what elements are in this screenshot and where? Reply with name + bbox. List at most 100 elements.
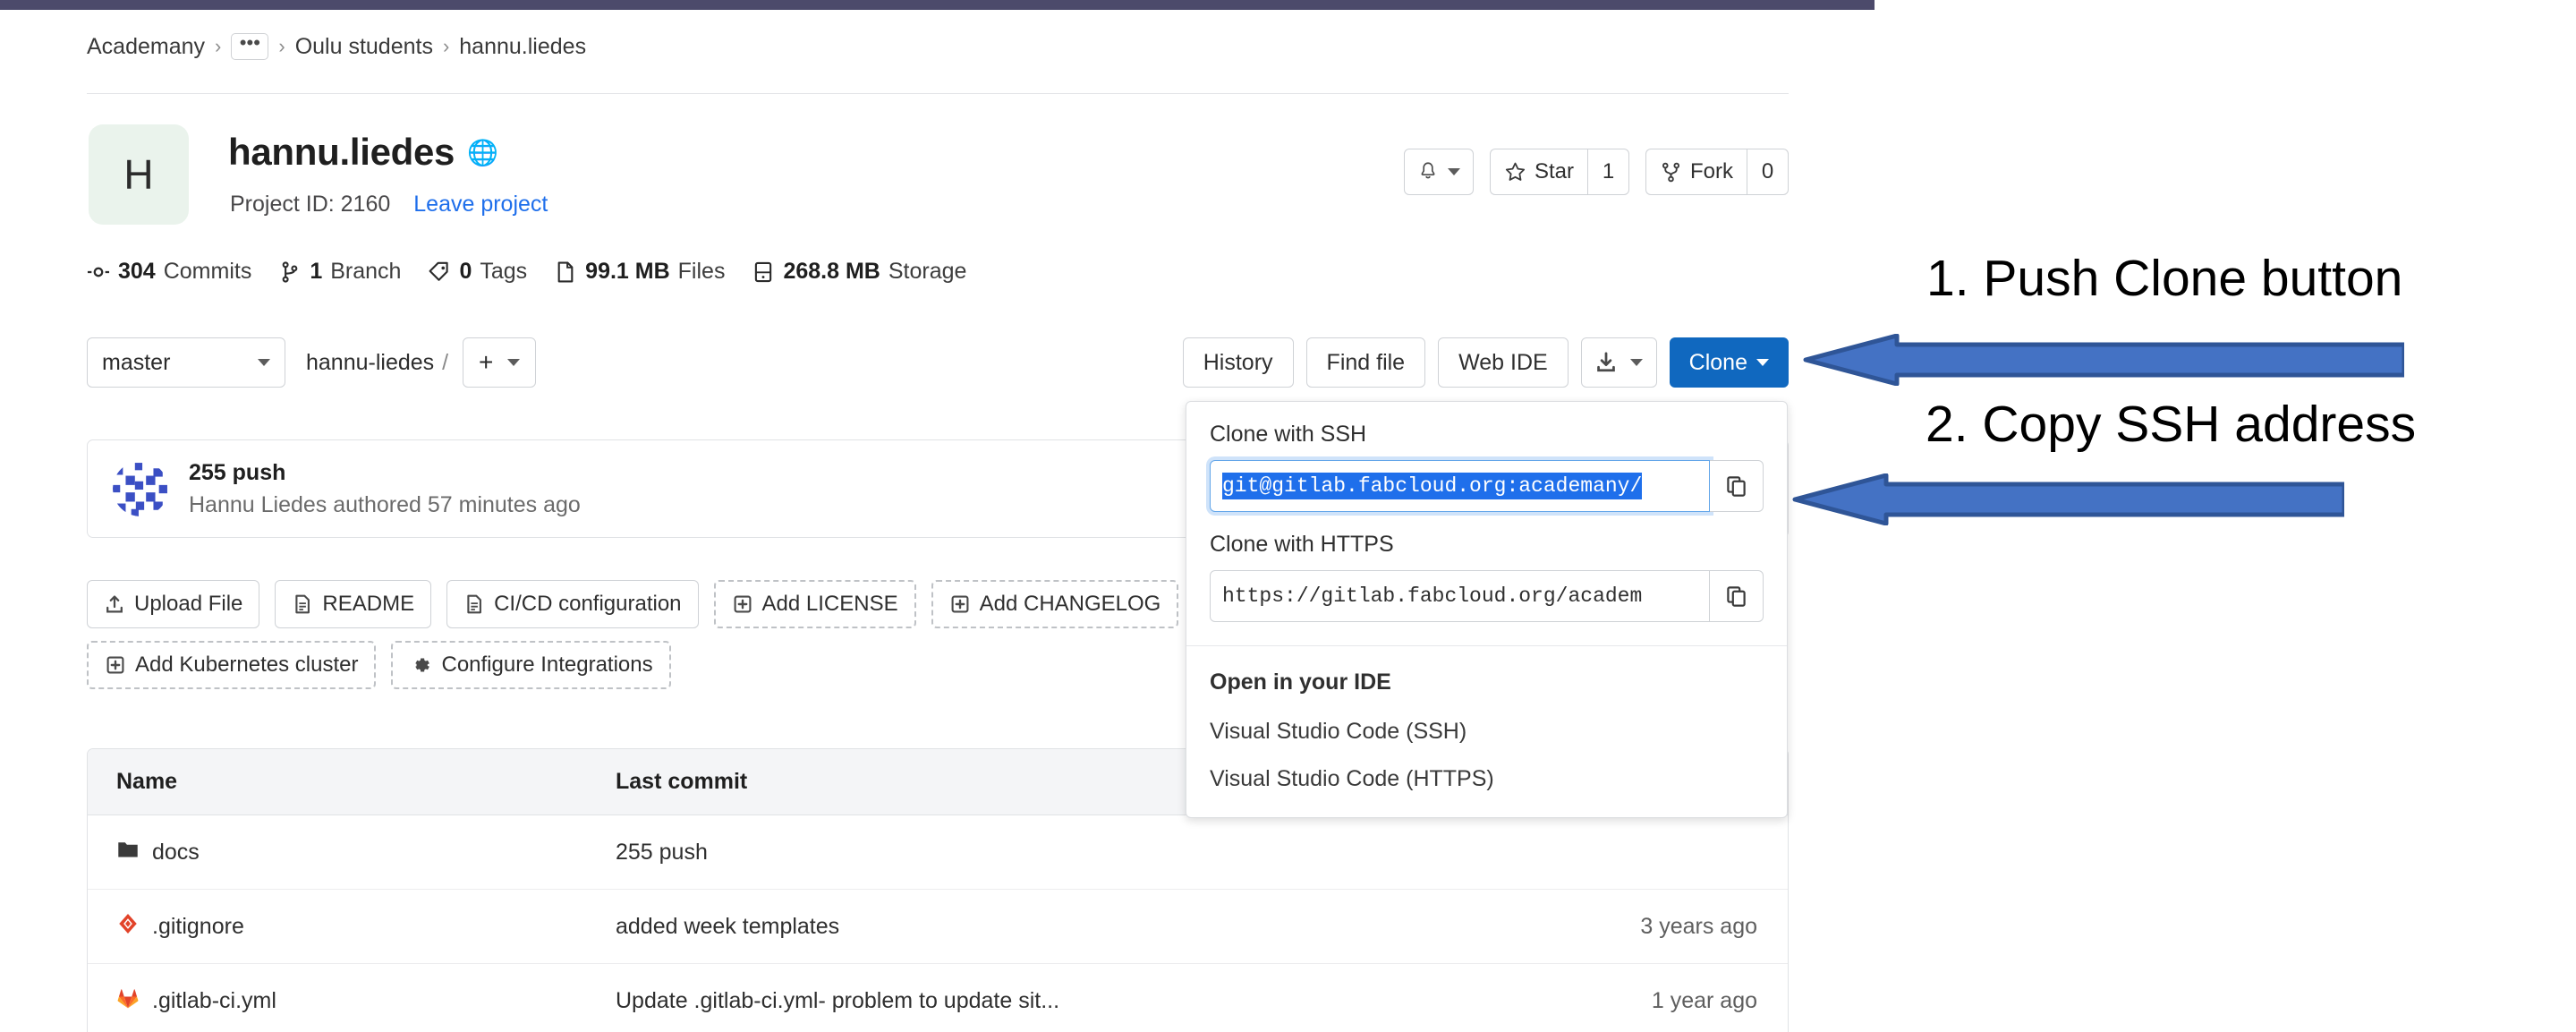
file-name-cell[interactable]: .gitignore [88,912,616,942]
clipboard-icon [1727,475,1746,497]
table-row[interactable]: .gitignore added week templates 3 years … [88,890,1788,964]
file-name-label: .gitlab-ci.yml [152,988,276,1013]
project-stats: 304 Commits 1 Branch 0 Tags 99.1 MB File… [87,259,966,285]
upload-file-button[interactable]: Upload File [87,580,260,628]
chevron-down-icon [1447,168,1460,175]
table-row[interactable]: docs 255 push [88,815,1788,890]
clone-ssh-input[interactable]: git@gitlab.fabcloud.org:academany/ [1210,460,1710,512]
copy-ssh-url-button[interactable] [1710,460,1764,512]
add-changelog-button[interactable]: Add CHANGELOG [931,580,1179,628]
fork-button-main[interactable]: Fork [1645,149,1747,195]
stat-tags[interactable]: 0 Tags [428,259,527,285]
branch-selector-value: master [102,349,171,375]
configure-integrations-label: Configure Integrations [441,652,653,677]
clone-ssh-value: git@gitlab.fabcloud.org:academany/ [1222,473,1643,499]
copy-https-url-button[interactable] [1710,570,1764,622]
commit-icon [87,267,110,277]
avatar [113,461,168,516]
gear-icon [409,653,432,677]
gitlab-icon [116,986,140,1016]
web-ide-button[interactable]: Web IDE [1438,337,1569,388]
clone-ssh-field-group: git@gitlab.fabcloud.org:academany/ [1186,460,1787,532]
breadcrumb-item-oulu-students[interactable]: Oulu students [295,34,433,60]
doc-icon [463,593,485,615]
stat-branches[interactable]: 1 Branch [278,259,401,285]
last-commit-cell[interactable]: Update .gitlab-ci.yml- problem to update… [616,988,1492,1014]
project-title-text: hannu.liedes [228,131,455,173]
table-row[interactable]: .gitlab-ci.yml Update .gitlab-ci.yml- pr… [88,964,1788,1032]
quick-actions-row-2: Add Kubernetes cluster Configure Integra… [87,641,671,689]
add-kubernetes-cluster-button[interactable]: Add Kubernetes cluster [87,641,377,689]
globe-icon: 🌐 [467,138,498,166]
branch-icon [282,260,298,283]
stat-files[interactable]: 99.1 MB Files [554,259,725,285]
notifications-button[interactable] [1403,149,1474,195]
add-changelog-label: Add CHANGELOG [979,592,1161,616]
annotation-arrow-1 [1803,334,2404,386]
fork-icon [1662,162,1680,182]
ide-option-vscode-ssh[interactable]: Visual Studio Code (SSH) [1186,708,1787,755]
breadcrumb-separator: › [442,35,450,57]
breadcrumb-item-hannu-liedes[interactable]: hannu.liedes [459,34,586,60]
stat-storage[interactable]: 268.8 MB Storage [752,259,966,285]
star-count[interactable]: 1 [1587,149,1629,195]
configure-integrations-button[interactable]: Configure Integrations [391,641,671,689]
annotation-step-1: 1. Push Clone button [1926,250,2403,307]
clone-dropdown-panel: Clone with SSH git@gitlab.fabcloud.org:a… [1186,401,1788,818]
plus-icon: + [478,348,494,376]
bell-icon [1421,162,1435,179]
page-title: hannu.liedes 🌐 [228,131,498,174]
star-button[interactable]: Star 1 [1489,149,1629,195]
clone-button[interactable]: Clone [1669,337,1789,388]
readme-button[interactable]: README [275,580,432,628]
time-cell: 1 year ago [1651,988,1757,1013]
clone-https-field-group: https://gitlab.fabcloud.org/academ [1186,570,1787,642]
cicd-configuration-button[interactable]: CI/CD configuration [446,580,699,628]
upload-icon [104,593,125,615]
stat-commits-value: 304 [118,259,156,284]
star-icon [1505,162,1526,181]
last-commit-cell[interactable]: 255 push [616,840,1492,866]
stat-branches-value: 1 [310,259,323,284]
screenshot-root: Academany › ••• › Oulu students › hannu.… [0,0,2576,1032]
breadcrumb-ellipsis-button[interactable]: ••• [231,33,269,60]
history-button[interactable]: History [1182,337,1294,388]
stat-storage-value: 268.8 MB [783,259,880,284]
find-file-button[interactable]: Find file [1305,337,1426,388]
plus-box-icon [949,593,971,615]
breadcrumb-item-academany[interactable]: Academany [87,34,205,60]
breadcrumb: Academany › ••• › Oulu students › hannu.… [87,33,586,60]
quick-actions-row-1: Upload File README CI/CD configuration A… [87,580,1179,628]
commit-title[interactable]: 255 push [189,460,581,486]
annotation-step-2: 2. Copy SSH address [1926,396,2417,453]
storage-icon [755,261,772,282]
leave-project-link[interactable]: Leave project [413,192,548,217]
fork-count[interactable]: 0 [1747,149,1789,195]
file-name-cell[interactable]: docs [88,838,616,867]
file-icon [557,261,574,282]
download-source-button[interactable] [1580,337,1657,388]
ide-option-vscode-https[interactable]: Visual Studio Code (HTTPS) [1186,755,1787,817]
star-button-main[interactable]: Star [1489,149,1587,195]
open-in-ide-title: Open in your IDE [1210,670,1391,695]
fork-button[interactable]: Fork 0 [1645,149,1789,195]
clone-https-input[interactable]: https://gitlab.fabcloud.org/academ [1210,570,1710,622]
stat-storage-label: Storage [888,259,967,284]
last-commit-cell[interactable]: added week templates [616,914,1492,940]
add-to-repo-button[interactable]: + [463,337,537,388]
clone-button-label: Clone [1688,349,1747,375]
folder-icon [116,838,140,867]
repo-path-root[interactable]: hannu-liedes [306,350,434,375]
doc-icon [292,593,313,615]
branch-selector[interactable]: master [87,337,285,388]
add-kubernetes-cluster-label: Add Kubernetes cluster [135,652,359,677]
chevron-down-icon [258,359,270,366]
repo-toolbar-left: master hannu-liedes / + [87,337,537,388]
repo-path-slash: / [442,349,449,375]
add-license-button[interactable]: Add LICENSE [713,580,916,628]
stat-files-label: Files [677,259,726,284]
file-name-cell[interactable]: .gitlab-ci.yml [88,986,616,1016]
stat-commits[interactable]: 304 Commits [87,259,251,285]
commit-text: 255 push Hannu Liedes authored 57 minute… [189,460,581,518]
plus-box-icon [105,654,126,676]
